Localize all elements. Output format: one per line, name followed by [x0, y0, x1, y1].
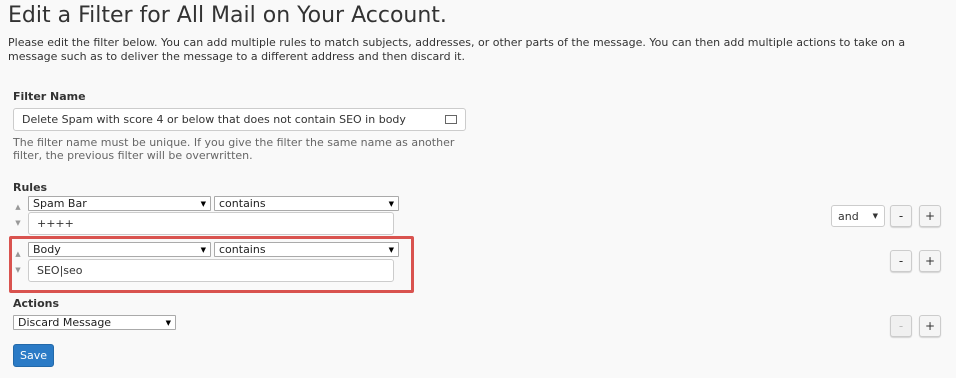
chevron-down-icon: ▼ — [388, 245, 394, 254]
rule-2-match-select[interactable]: contains ▼ — [214, 242, 399, 257]
move-down-icon[interactable]: ▼ — [14, 266, 22, 274]
filter-name-help: The filter name must be unique. If you g… — [13, 136, 455, 162]
chevron-down-icon: ▼ — [200, 199, 206, 208]
rule-2-value-input[interactable]: SEO|seo — [28, 259, 394, 282]
move-up-icon[interactable]: ▲ — [14, 203, 22, 211]
rule-connector-value: and — [838, 209, 859, 223]
action-remove-button[interactable]: - — [890, 315, 912, 337]
rule-1-match-value: contains — [219, 197, 266, 210]
actions-label: Actions — [13, 297, 59, 310]
rule-1-part-value: Spam Bar — [33, 197, 87, 210]
chevron-down-icon: ▼ — [200, 245, 206, 254]
move-up-icon[interactable]: ▲ — [14, 250, 22, 258]
rule-1-add-button[interactable]: + — [919, 205, 941, 227]
action-add-button[interactable]: + — [919, 315, 941, 337]
action-value: Discard Message — [18, 316, 112, 329]
rule-2-remove-button[interactable]: - — [890, 250, 912, 272]
chevron-down-icon: ▼ — [165, 318, 171, 327]
filter-name-input[interactable]: Delete Spam with score 4 or below that d… — [13, 108, 466, 131]
rule-2-add-button[interactable]: + — [919, 250, 941, 272]
action-select[interactable]: Discard Message ▼ — [13, 315, 176, 330]
move-down-icon[interactable]: ▼ — [14, 219, 22, 227]
chevron-down-icon: ▼ — [388, 199, 394, 208]
rules-label: Rules — [13, 181, 48, 194]
rule-1-part-select[interactable]: Spam Bar ▼ — [28, 196, 211, 211]
chevron-down-icon: ▼ — [872, 212, 878, 220]
rule-1-remove-button[interactable]: - — [890, 205, 912, 227]
rule-2-match-value: contains — [219, 243, 266, 256]
rule-1-value: ++++ — [37, 217, 74, 230]
page-description: Please edit the filter below. You can ad… — [8, 36, 906, 63]
filter-name-value: Delete Spam with score 4 or below that d… — [22, 113, 406, 126]
rule-1-value-input[interactable]: ++++ — [28, 212, 394, 235]
rule-2-part-value: Body — [33, 243, 61, 256]
save-button[interactable]: Save — [13, 344, 54, 367]
rule-connector-select[interactable]: and ▼ — [831, 205, 885, 227]
page-title: Edit a Filter for All Mail on Your Accou… — [8, 3, 447, 28]
contact-card-icon — [445, 115, 457, 124]
rule-2-part-select[interactable]: Body ▼ — [28, 242, 211, 257]
rule-1-match-select[interactable]: contains ▼ — [214, 196, 399, 211]
filter-name-label: Filter Name — [13, 90, 86, 103]
rule-2-value: SEO|seo — [37, 264, 83, 277]
